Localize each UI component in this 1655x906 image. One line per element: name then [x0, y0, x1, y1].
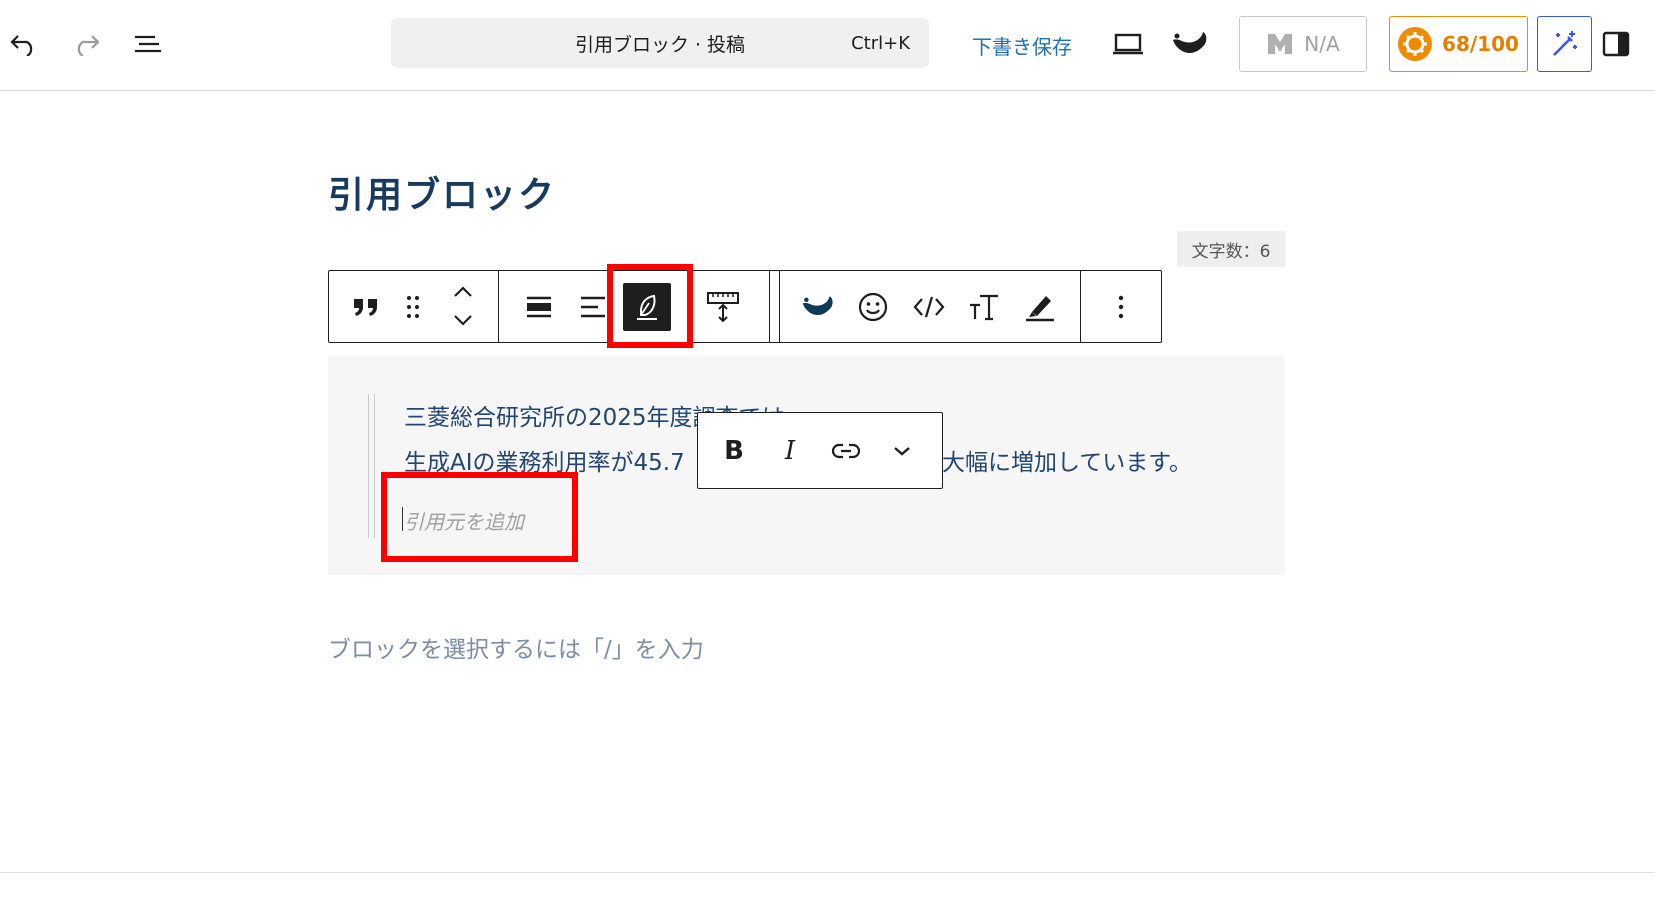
redo-icon[interactable]	[66, 24, 106, 64]
seo-status-label: N/A	[1304, 32, 1340, 56]
highlight-box-citation	[381, 472, 578, 562]
block-toolbar	[328, 270, 1162, 343]
italic-button[interactable]: I	[766, 427, 814, 475]
drag-handle-icon[interactable]	[389, 283, 437, 331]
undo-icon[interactable]	[4, 24, 44, 64]
quote-icon[interactable]	[342, 283, 390, 331]
highlight-box-feather	[607, 264, 693, 348]
ai-assistant-button[interactable]	[1537, 16, 1592, 72]
plugin-logo-icon[interactable]	[1170, 24, 1210, 64]
quote-border-inner	[374, 394, 375, 538]
document-overview-icon[interactable]	[128, 24, 168, 64]
highlight-icon[interactable]	[1016, 283, 1064, 331]
post-title[interactable]: 引用ブロック	[328, 166, 556, 218]
seo-score-button[interactable]: 68/100	[1389, 16, 1528, 72]
seo-status-button[interactable]: N/A	[1239, 16, 1367, 72]
command-palette-button[interactable]: 引用ブロック · 投稿 Ctrl+K	[391, 18, 929, 68]
command-title: 引用ブロック · 投稿	[574, 33, 746, 56]
emoji-icon[interactable]	[849, 283, 897, 331]
sidebar-toggle-icon[interactable]	[1596, 24, 1636, 64]
quote-border	[368, 394, 369, 538]
code-icon[interactable]	[905, 283, 953, 331]
editor-header: 引用ブロック · 投稿 Ctrl+K 下書き保存 N/A 68/100	[0, 0, 1655, 91]
bottom-divider	[0, 872, 1655, 873]
align-wide-icon[interactable]	[515, 283, 563, 331]
link-icon	[831, 443, 861, 459]
bold-button[interactable]: B	[710, 427, 758, 475]
desktop-preview-icon[interactable]	[1108, 24, 1148, 64]
more-options-icon[interactable]	[1097, 283, 1145, 331]
block-height-icon[interactable]	[699, 283, 747, 331]
block-appender[interactable]: ブロックを選択するには「/」を入力	[328, 630, 704, 664]
command-shortcut: Ctrl+K	[851, 32, 910, 54]
quote-text-line-2-end[interactable]: 大幅に増加しています。	[942, 443, 1192, 477]
character-count: 文字数：6	[1177, 231, 1285, 267]
gear-score-icon	[1398, 27, 1433, 61]
move-up-icon[interactable]	[439, 277, 487, 307]
save-draft-button[interactable]: 下書き保存	[972, 31, 1072, 60]
more-formats-button[interactable]	[878, 427, 926, 475]
chevron-down-icon	[894, 447, 910, 456]
link-button[interactable]	[822, 427, 870, 475]
text-size-icon[interactable]	[960, 283, 1008, 331]
magic-wand-icon	[1552, 31, 1577, 56]
seo-score-value: 68/100	[1442, 32, 1519, 56]
plugin-logo-icon[interactable]	[794, 283, 842, 331]
format-toolbar: B I	[697, 412, 943, 489]
seo-logo-icon	[1268, 34, 1293, 54]
move-down-icon[interactable]	[439, 305, 487, 335]
